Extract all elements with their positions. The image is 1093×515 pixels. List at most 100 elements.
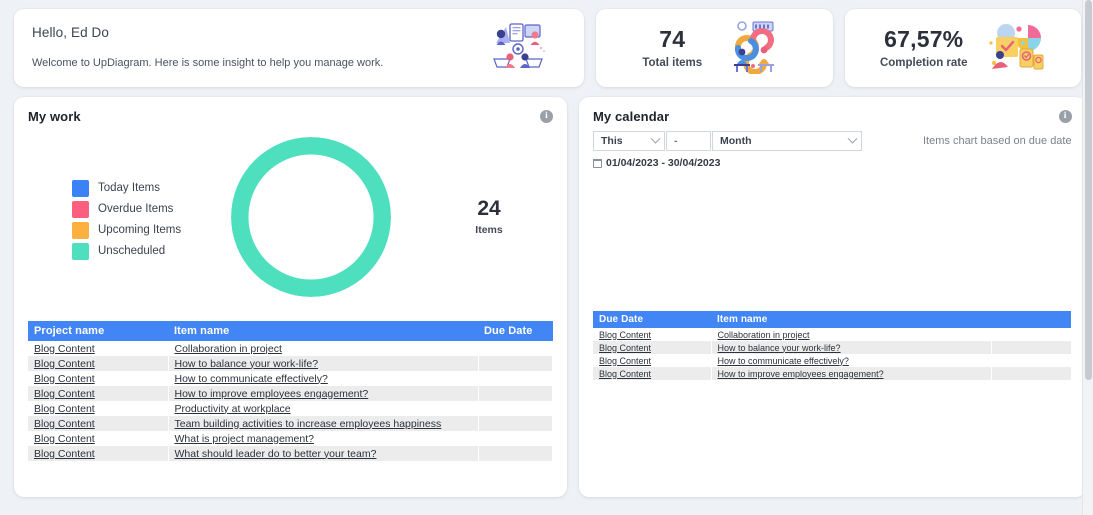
column-header-due-date[interactable]: Due Date: [593, 311, 711, 328]
cell-link[interactable]: Collaboration in project: [718, 330, 810, 340]
cell-link[interactable]: Blog Content: [34, 388, 95, 400]
range-separator-value: -: [674, 135, 678, 147]
cell-due-date: [991, 367, 1071, 380]
table-row[interactable]: Blog Content What should leader do to bet…: [28, 446, 553, 461]
cell-link[interactable]: How to improve employees engagement?: [175, 388, 369, 400]
table-header-row: Due Date Item name: [593, 311, 1071, 328]
column-header-item-name[interactable]: Item name: [168, 321, 478, 341]
cell-link[interactable]: Blog Content: [34, 403, 95, 415]
table-row[interactable]: Blog Content Team building activities to …: [28, 416, 553, 431]
table-row[interactable]: Blog Content Collaboration in project: [593, 328, 1071, 341]
cell-project-name[interactable]: Blog Content: [28, 341, 168, 356]
info-icon[interactable]: i: [540, 110, 553, 123]
cell-link[interactable]: Blog Content: [599, 356, 651, 366]
calendar-date-range-text: 01/04/2023 - 30/04/2023: [606, 157, 720, 169]
cell-due-date: [478, 401, 553, 416]
table-row[interactable]: Blog Content How to improve employees eng…: [593, 367, 1071, 380]
my-calendar-title: My calendar: [593, 109, 1072, 124]
cell-item-name[interactable]: How to improve employees engagement?: [168, 386, 478, 401]
cell-link[interactable]: How to improve employees engagement?: [718, 369, 884, 379]
legend-label-unscheduled: Unscheduled: [98, 245, 165, 257]
cell-item-name[interactable]: How to balance your work-life?: [168, 356, 478, 371]
cell-project-name[interactable]: Blog Content: [28, 356, 168, 371]
cell-item-name[interactable]: Team building activities to increase emp…: [168, 416, 478, 431]
cell-project-name[interactable]: Blog Content: [593, 367, 711, 380]
cell-item-name[interactable]: What should leader do to better your tea…: [168, 446, 478, 461]
cell-project-name[interactable]: Blog Content: [28, 371, 168, 386]
legend-item-today[interactable]: Today Items: [72, 178, 218, 199]
scrollbar-thumb[interactable]: [1085, 0, 1092, 380]
legend-label-overdue: Overdue Items: [98, 203, 173, 215]
table-row[interactable]: Blog Content Collaboration in project: [28, 341, 553, 356]
donut-chart[interactable]: [231, 137, 391, 297]
cell-link[interactable]: How to balance your work-life?: [175, 358, 319, 370]
cell-project-name[interactable]: Blog Content: [28, 416, 168, 431]
cell-item-name[interactable]: How to communicate effectively?: [711, 354, 991, 367]
cell-link[interactable]: Blog Content: [599, 369, 651, 379]
cell-project-name[interactable]: Blog Content: [593, 341, 711, 354]
cell-link[interactable]: Blog Content: [34, 373, 95, 385]
cell-link[interactable]: Blog Content: [34, 448, 95, 460]
cell-link[interactable]: Productivity at workplace: [175, 403, 291, 415]
my-work-panel: My work i Today Items Overdue Items Upco…: [14, 97, 567, 497]
table-row[interactable]: Blog Content What is project management?: [28, 431, 553, 446]
cell-due-date: [478, 356, 553, 371]
donut-total-block: 24 Items: [403, 197, 553, 236]
table-row[interactable]: Blog Content How to communicate effective…: [28, 371, 553, 386]
cell-link[interactable]: Blog Content: [34, 343, 95, 355]
cell-project-name[interactable]: Blog Content: [593, 354, 711, 367]
cell-item-name[interactable]: How to balance your work-life?: [711, 341, 991, 354]
cell-link[interactable]: Blog Content: [599, 343, 651, 353]
cell-project-name[interactable]: Blog Content: [28, 386, 168, 401]
page-scrollbar[interactable]: [1082, 0, 1093, 515]
calendar-date-range: 01/04/2023 - 30/04/2023: [593, 157, 1072, 169]
bottom-panels-row: My work i Today Items Overdue Items Upco…: [14, 97, 1081, 497]
cell-item-name[interactable]: Collaboration in project: [711, 328, 991, 341]
cell-due-date: [991, 354, 1071, 367]
table-row[interactable]: Blog Content Productivity at workplace: [28, 401, 553, 416]
cell-link[interactable]: What should leader do to better your tea…: [175, 448, 377, 460]
range-separator[interactable]: -: [666, 131, 711, 151]
table-row[interactable]: Blog Content How to balance your work-lif…: [593, 341, 1071, 354]
cell-item-name[interactable]: What is project management?: [168, 431, 478, 446]
legend-item-overdue[interactable]: Overdue Items: [72, 199, 218, 220]
info-icon[interactable]: i: [1059, 110, 1072, 123]
cell-item-name[interactable]: How to communicate effectively?: [168, 371, 478, 386]
unit-select[interactable]: Month: [712, 131, 862, 151]
cell-link[interactable]: Blog Content: [34, 433, 95, 445]
range-select[interactable]: This: [593, 131, 665, 151]
cell-item-name[interactable]: How to improve employees engagement?: [711, 367, 991, 380]
cell-link[interactable]: Blog Content: [34, 358, 95, 370]
legend-label-upcoming: Upcoming Items: [98, 224, 181, 236]
cell-link[interactable]: What is project management?: [175, 433, 314, 445]
cell-project-name[interactable]: Blog Content: [28, 431, 168, 446]
column-header-due-date[interactable]: Due Date: [478, 321, 553, 341]
table-row[interactable]: Blog Content How to communicate effective…: [593, 354, 1071, 367]
total-items-block: 74 Total items: [642, 27, 702, 69]
legend-label-today: Today Items: [98, 182, 160, 194]
table-row[interactable]: Blog Content How to improve employees eng…: [28, 386, 553, 401]
cell-project-name[interactable]: Blog Content: [593, 328, 711, 341]
cell-link[interactable]: How to communicate effectively?: [718, 356, 849, 366]
column-header-blank[interactable]: [991, 311, 1071, 328]
cell-due-date: [478, 386, 553, 401]
legend-swatch-overdue: [72, 201, 89, 218]
chart-legend: Today Items Overdue Items Upcoming Items…: [38, 172, 218, 262]
cell-link[interactable]: How to communicate effectively?: [175, 373, 328, 385]
cell-link[interactable]: Blog Content: [599, 330, 651, 340]
table-row[interactable]: Blog Content How to balance your work-lif…: [28, 356, 553, 371]
legend-item-unscheduled[interactable]: Unscheduled: [72, 241, 218, 262]
legend-swatch-unscheduled: [72, 243, 89, 260]
cell-link[interactable]: Blog Content: [34, 418, 95, 430]
cell-item-name[interactable]: Collaboration in project: [168, 341, 478, 356]
column-header-project-name[interactable]: Project name: [28, 321, 168, 341]
cell-project-name[interactable]: Blog Content: [28, 446, 168, 461]
legend-item-upcoming[interactable]: Upcoming Items: [72, 220, 218, 241]
cell-link[interactable]: Collaboration in project: [175, 343, 282, 355]
cell-link[interactable]: Team building activities to increase emp…: [175, 418, 442, 430]
column-header-item-name[interactable]: Item name: [711, 311, 991, 328]
greeting-subtitle: Welcome to UpDiagram. Here is some insig…: [32, 57, 383, 69]
cell-item-name[interactable]: Productivity at workplace: [168, 401, 478, 416]
cell-project-name[interactable]: Blog Content: [28, 401, 168, 416]
cell-link[interactable]: How to balance your work-life?: [718, 343, 841, 353]
